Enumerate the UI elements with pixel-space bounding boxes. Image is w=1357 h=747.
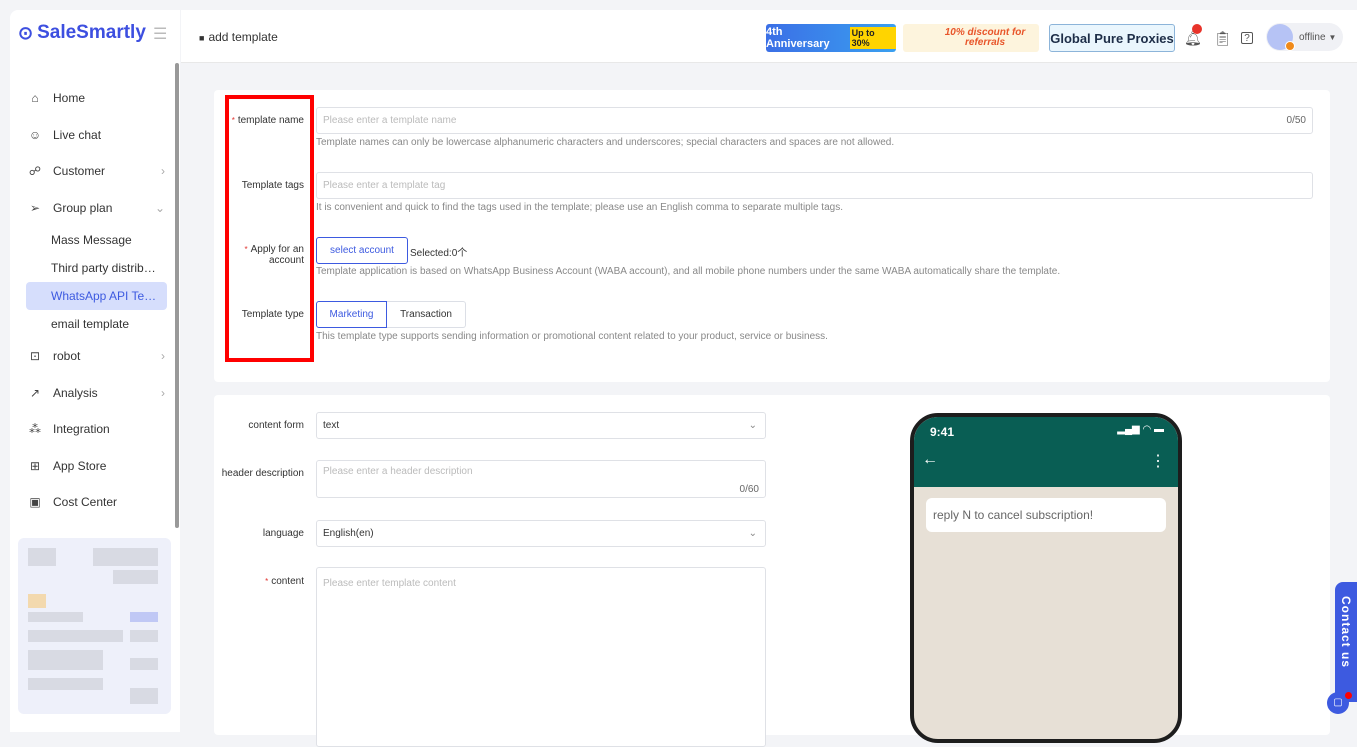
logo: ⊙ SaleSmartly [18, 22, 146, 43]
signal-wifi-battery-icon: ▂▄▆ ◠ ▬ [1117, 424, 1164, 435]
status-dot [1285, 41, 1295, 51]
sidebar-item-group-plan[interactable]: ➢ Group plan ⌄ [26, 190, 167, 227]
blurred-account-card [18, 538, 171, 714]
help-icon[interactable]: ? [1241, 32, 1253, 44]
header-description-input[interactable]: Please enter a header description 0/60 [316, 460, 766, 498]
sidebar-item-live-chat[interactable]: ☺ Live chat [26, 117, 167, 154]
chevron-right-icon: › [161, 349, 165, 364]
message-bubble: reply N to cancel subscription! [926, 498, 1166, 532]
robot-icon: ⊡ [29, 349, 41, 364]
top-header: ■ add template 4th Anniversary Up to 30% 1… [181, 10, 1357, 63]
referral-banner[interactable]: 10% discount for referrals [903, 24, 1039, 52]
avatar [1267, 24, 1295, 51]
sidebar-item-robot[interactable]: ⊡ robot › [26, 338, 167, 375]
contact-us-button[interactable]: Contact us [1335, 582, 1357, 702]
chevron-down-icon: ⌄ [748, 420, 757, 431]
chat-bubble-icon[interactable]: ▢ [1327, 692, 1352, 714]
proxies-banner[interactable]: Global Pure Proxies [1049, 24, 1175, 52]
basic-info-card: * template name Please enter a template n… [214, 90, 1330, 382]
sidebar-sub-mass-message[interactable]: Mass Message [26, 226, 167, 254]
select-account-button[interactable]: select account [316, 237, 408, 264]
template-type-hint: This template type supports sending info… [316, 331, 828, 342]
sidebar-scrollbar[interactable] [175, 63, 179, 528]
sidebar-sub-third-party[interactable]: Third party distrib… [26, 254, 167, 282]
template-name-hint: Template names can only be lowercase alp… [316, 137, 895, 148]
sidebar-sub-whatsapp-api[interactable]: WhatsApp API Te… [26, 282, 167, 310]
template-name-input[interactable]: Please enter a template name 0/50 [316, 107, 1313, 134]
type-transaction-option[interactable]: Transaction [387, 301, 466, 328]
notification-badge [1192, 24, 1202, 34]
sidebar-item-home[interactable]: ⌂ Home [26, 80, 167, 117]
header-description-label: header description [221, 468, 304, 479]
more-vertical-icon: ⋮ [1150, 453, 1166, 470]
chevron-down-icon: ⌄ [748, 528, 757, 539]
chevron-right-icon: › [161, 385, 165, 400]
bell-icon[interactable]: 🔔︎ [1184, 24, 1202, 47]
chart-icon: ↗ [29, 385, 41, 400]
user-status-menu[interactable]: offline ▼ [1266, 23, 1343, 51]
sidebar-nav: ⌂ Home ☺ Live chat ☍ Customer › ➢ Group plan ⌄… [26, 80, 167, 521]
whatsapp-preview-phone: 9:41 ▂▄▆ ◠ ▬ ← ⋮ reply N to cancel subsc… [910, 413, 1182, 743]
grid-icon: ⊞ [29, 458, 41, 473]
breadcrumb: ■ add template [199, 30, 278, 44]
apply-account-hint: Template application is based on WhatsAp… [316, 266, 1061, 277]
sidebar-item-customer[interactable]: ☍ Customer › [26, 153, 167, 190]
menu-toggle-icon[interactable]: ☰ [153, 24, 167, 44]
highlight-box [225, 95, 314, 362]
sidebar: ⊙ SaleSmartly ☰ ⌂ Home ☺ Live chat ☍ Custome… [10, 10, 180, 732]
wallet-icon: ▣ [29, 495, 41, 510]
back-arrow-icon: ← [922, 451, 938, 468]
sidebar-item-integration[interactable]: ⁂ Integration [26, 411, 167, 448]
sidebar-item-analysis[interactable]: ↗ Analysis › [26, 375, 167, 412]
template-tags-input[interactable]: Please enter a template tag [316, 172, 1313, 199]
language-select[interactable]: English(en) ⌄ [316, 520, 766, 547]
content-label: * content [265, 576, 304, 587]
send-icon: ➢ [29, 200, 41, 215]
chevron-down-icon: ⌄ [154, 200, 165, 215]
integration-icon: ⁂ [29, 422, 41, 437]
selected-count: Selected:0个 [410, 248, 468, 259]
sidebar-sub-email-template[interactable]: email template [26, 310, 167, 338]
language-label: language [262, 528, 304, 539]
unread-dot [1345, 692, 1352, 699]
chat-icon: ☺ [28, 127, 42, 142]
clipboard-icon[interactable]: 📋︎ [1214, 30, 1232, 47]
users-icon: ☍ [28, 164, 42, 179]
phone-header: 9:41 ▂▄▆ ◠ ▬ ← ⋮ [914, 417, 1178, 487]
robot-logo-icon: ⊙ [18, 22, 34, 43]
content-form-label: content form [248, 420, 304, 431]
anniversary-banner[interactable]: 4th Anniversary Up to 30% [766, 24, 896, 52]
type-marketing-option[interactable]: Marketing [316, 301, 387, 328]
content-form-select[interactable]: text ⌄ [316, 412, 766, 439]
caret-down-icon: ▼ [1328, 32, 1337, 42]
sidebar-item-app-store[interactable]: ⊞ App Store [26, 448, 167, 485]
template-tags-hint: It is convenient and quick to find the t… [316, 202, 843, 213]
sidebar-item-cost-center[interactable]: ▣ Cost Center [26, 484, 167, 521]
home-icon: ⌂ [31, 91, 39, 106]
chevron-right-icon: › [161, 164, 165, 179]
document-icon: ■ [199, 33, 205, 43]
content-textarea[interactable]: Please enter template content [316, 567, 766, 747]
